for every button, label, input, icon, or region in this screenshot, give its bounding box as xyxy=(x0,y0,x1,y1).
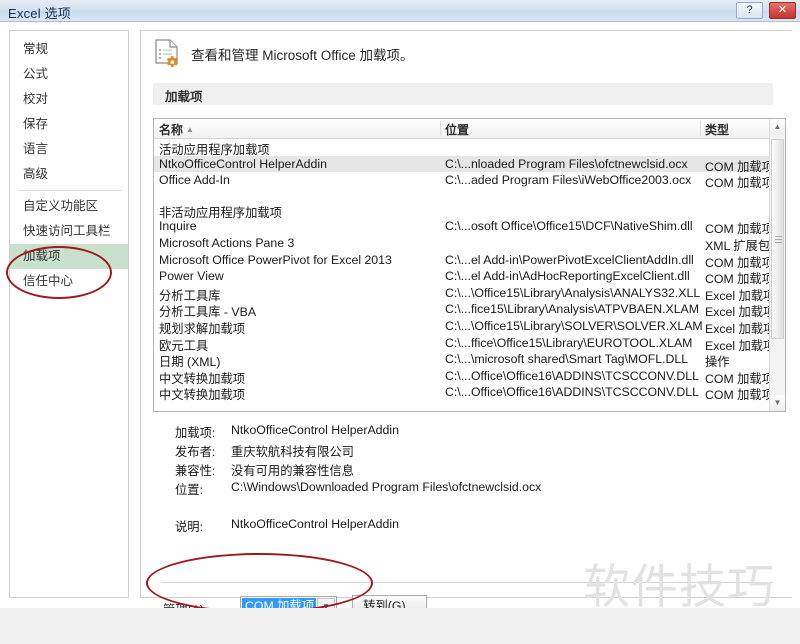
sidebar-item-general[interactable]: 常规 xyxy=(10,37,128,62)
document-gear-icon xyxy=(155,39,178,68)
sort-ascending-icon: ▲ xyxy=(186,125,194,134)
detail-row-publisher: 发布者: 重庆软航科技有限公司 xyxy=(175,445,354,459)
section-header-addins: 加载项 xyxy=(153,83,773,105)
sidebar-item-quick-access-toolbar[interactable]: 快速访问工具栏 xyxy=(10,219,128,244)
window-title: Excel 选项 xyxy=(8,6,72,21)
table-row[interactable]: Office Add-In C:\...aded Program Files\i… xyxy=(154,172,769,190)
addins-list-rows: 活动应用程序加载项 NtkoOfficeControl HelperAddin … xyxy=(154,139,769,411)
list-group-header: 活动应用程序加载项 xyxy=(159,143,270,157)
watermark-text: 软件技巧 xyxy=(583,560,775,615)
sidebar-item-addins[interactable]: 加载项 xyxy=(10,244,128,269)
column-header-location[interactable]: 位置 xyxy=(445,121,469,138)
section-header-label: 加载项 xyxy=(165,90,203,104)
options-sidebar: 常规 公式 校对 保存 语言 高级 自定义功能区 快速访问工具栏 加载项 信任中… xyxy=(9,30,129,598)
sidebar-item-language[interactable]: 语言 xyxy=(10,137,128,162)
scroll-up-icon[interactable]: ▲ xyxy=(770,119,785,135)
table-row[interactable]: 中文转换加载项 C:\...Office\Office16\ADDINS\TCS… xyxy=(154,384,769,402)
sidebar-item-customize-ribbon[interactable]: 自定义功能区 xyxy=(10,194,128,219)
sidebar-item-proofing[interactable]: 校对 xyxy=(10,87,128,112)
column-header-type[interactable]: 类型 xyxy=(705,121,729,138)
table-row[interactable]: Microsoft Office PowerPivot for Excel 20… xyxy=(154,252,769,270)
sidebar-item-advanced[interactable]: 高级 xyxy=(10,162,128,187)
list-group-header: 非活动应用程序加载项 xyxy=(159,205,282,220)
list-vertical-scrollbar[interactable]: ▲ ▼ xyxy=(769,119,785,411)
table-row[interactable]: Power View C:\...el Add-in\AdHocReportin… xyxy=(154,268,769,286)
pane-header-title: 查看和管理 Microsoft Office 加载项。 xyxy=(191,48,414,63)
column-divider[interactable] xyxy=(440,121,441,136)
table-row[interactable]: 日期 (XML) C:\...\microsoft shared\Smart T… xyxy=(154,351,769,369)
detail-row-addin: 加载项: NtkoOfficeControl HelperAddin xyxy=(175,423,399,440)
column-divider[interactable] xyxy=(700,121,701,136)
addins-pane: 查看和管理 Microsoft Office 加载项。 加载项 名称 ▲ 位置 类… xyxy=(140,30,792,618)
close-button[interactable]: ✕ xyxy=(769,2,796,19)
detail-row-description: 说明: NtkoOfficeControl HelperAddin xyxy=(175,517,399,534)
table-row[interactable]: NtkoOfficeControl HelperAddin C:\...nloa… xyxy=(154,155,769,174)
table-row[interactable]: 规划求解加载项 C:\...\Office15\Library\SOLVER\S… xyxy=(154,318,769,336)
table-row[interactable]: 分析工具库 - VBA C:\...fice15\Library\Analysi… xyxy=(154,301,769,319)
addin-details: 加载项: NtkoOfficeControl HelperAddin 发布者: … xyxy=(153,423,773,536)
scrollbar-thumb[interactable] xyxy=(771,139,784,339)
table-row[interactable]: 分析工具库 C:\...\Office15\Library\Analysis\A… xyxy=(154,285,769,303)
help-button[interactable]: ? xyxy=(736,2,763,19)
table-row[interactable]: Inquire C:\...osoft Office\Office15\DCF\… xyxy=(154,218,769,236)
sidebar-item-trust-center[interactable]: 信任中心 xyxy=(10,269,128,294)
table-row[interactable]: Microsoft Actions Pane 3 XML 扩展包 xyxy=(154,235,769,253)
table-row[interactable]: 中文转换加载项 C:\...Office\Office16\ADDINS\TCS… xyxy=(154,368,769,386)
scroll-down-icon[interactable]: ▼ xyxy=(770,395,785,411)
sidebar-item-save[interactable]: 保存 xyxy=(10,112,128,137)
detail-row-compatibility: 兼容性: 没有可用的兼容性信息 xyxy=(175,464,354,478)
sidebar-item-formulas[interactable]: 公式 xyxy=(10,62,128,87)
grip-icon xyxy=(775,236,782,243)
title-bar: Excel 选项 ? ✕ xyxy=(0,0,800,22)
sidebar-separator xyxy=(18,190,122,191)
column-header-name[interactable]: 名称 ▲ xyxy=(159,121,194,138)
excel-options-dialog: Excel 选项 ? ✕ 常规 公式 校对 保存 语言 高级 自定义功能区 快速… xyxy=(0,0,800,618)
list-column-headers: 名称 ▲ 位置 类型 xyxy=(154,119,785,139)
addins-list[interactable]: 名称 ▲ 位置 类型 活动应用程序加载项 NtkoOfficeControl He… xyxy=(153,118,786,412)
table-row[interactable]: 欧元工具 C:\...ffice\Office15\Library\EUROTO… xyxy=(154,335,769,353)
detail-row-location: 位置: C:\Windows\Downloaded Program Files\… xyxy=(175,480,542,497)
